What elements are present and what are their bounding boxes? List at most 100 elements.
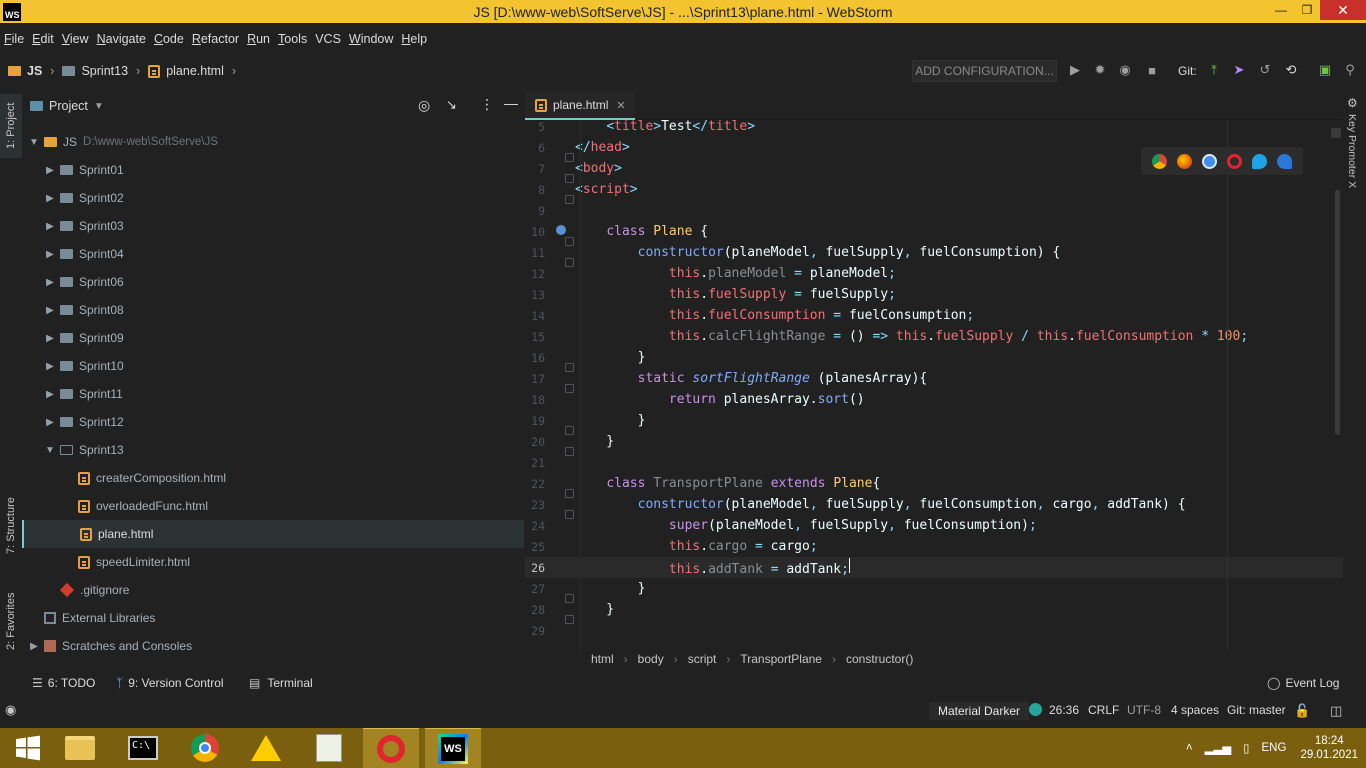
edge-icon[interactable] [1277,153,1292,169]
chart-app-taskbar[interactable] [301,728,357,768]
breadcrumb-item[interactable]: html [591,652,614,666]
tree-scratches[interactable]: ▶ Scratches and Consoles [22,632,524,660]
run-icon[interactable]: ▶ [1068,62,1082,77]
tree-folder[interactable]: ▶ Sprint04 [22,240,524,268]
search-everywhere-icon[interactable]: ⚲ [1343,62,1357,77]
tab-key-promoter[interactable]: Key Promoter X [1346,114,1358,188]
add-configuration-button[interactable]: ADD CONFIGURATION... [912,60,1057,82]
input-language[interactable]: ENG [1262,742,1287,754]
terminal-toolbar-icon[interactable]: ▣ [1318,62,1332,77]
tree-folder[interactable]: ▶ Sprint12 [22,408,524,436]
menu-run[interactable]: Run [243,32,274,46]
opera-taskbar[interactable] [363,728,419,768]
tree-folder[interactable]: ▶ Sprint11 [22,380,524,408]
lock-icon[interactable]: 🔓 [1294,703,1310,719]
git-branch[interactable]: Git: master [1227,703,1286,717]
memory-indicator-icon[interactable]: ◫ [1330,703,1342,719]
menu-tools[interactable]: Tools [274,32,311,46]
nav-crumb-file[interactable]: plane.html › [148,64,244,78]
chevron-down-icon[interactable]: ▼ [94,101,104,112]
battery-icon[interactable]: ▯ [1243,741,1249,755]
restore-button[interactable]: ❐ [1294,0,1320,20]
windows-start-button[interactable] [0,728,56,768]
caret-position[interactable]: 26:36 [1049,703,1079,717]
history-icon[interactable]: ↺ [1258,62,1272,77]
locate-file-icon[interactable]: ◎ [418,97,430,114]
tree-folder[interactable]: ▶ Sprint06 [22,268,524,296]
line-separator[interactable]: CRLF [1088,703,1119,717]
menu-vcs[interactable]: VCS [311,32,345,46]
file-encoding[interactable]: UTF-8 [1127,703,1161,717]
menu-view[interactable]: View [58,32,93,46]
breadcrumb-item[interactable]: TransportPlane [740,652,822,666]
signal-icon[interactable]: ▂▃▅ [1205,741,1232,755]
theme-widget[interactable]: Material Darker [929,702,1030,720]
git-push-icon[interactable]: ➤ [1232,62,1246,77]
indent-setting[interactable]: 4 spaces [1171,703,1219,717]
accent-color-icon[interactable] [1029,703,1042,716]
nav-crumb-root[interactable]: JS › [8,64,62,78]
debug-icon[interactable]: ✹ [1093,62,1107,77]
tree-folder[interactable]: ▶ Sprint10 [22,352,524,380]
minimize-button[interactable]: — [1268,0,1294,20]
chevron-up-icon[interactable]: ˄ [1186,742,1193,754]
tree-gitignore[interactable]: .gitignore [22,576,524,604]
tab-project[interactable]: 1: Project [0,94,22,158]
close-button[interactable]: ✕ [1320,0,1366,20]
terminal-tool-button[interactable]: ▤ Terminal [249,676,313,690]
version-control-tool-button[interactable]: ᛉ 9: Version Control [116,676,224,690]
safari-icon[interactable] [1202,153,1217,169]
nav-crumb-folder[interactable]: Sprint13 › [62,64,148,78]
code-editor[interactable]: 5 <title>Test</title> 6 </head> 7 <body> 8… [525,120,1343,644]
editor-scrollbar[interactable] [1335,190,1340,435]
tree-file[interactable]: overloadedFunc.html [22,492,524,520]
tree-root[interactable]: ▼ JS D:\www-web\SoftServe\JS [22,128,524,156]
tab-structure[interactable]: 7: Structure [0,484,22,568]
event-log-button[interactable]: ◯ Event Log [1267,676,1339,690]
tree-folder[interactable]: ▶ Sprint01 [22,156,524,184]
tree-external-libraries[interactable]: External Libraries [22,604,524,632]
app-taskbar[interactable] [238,728,294,768]
tree-file-selected[interactable]: plane.html [22,520,524,548]
webstorm-app-icon[interactable]: WS [3,2,21,21]
clock[interactable]: 18:24 29.01.2021 [1300,734,1358,762]
menu-window[interactable]: Window [345,32,397,46]
breadcrumb-item[interactable]: script [688,652,717,666]
opera-icon[interactable] [1227,153,1242,169]
stop-icon[interactable]: ■ [1145,63,1159,78]
tree-folder[interactable]: ▶ Sprint08 [22,296,524,324]
menu-help[interactable]: Help [397,32,431,46]
coverage-icon[interactable]: ◉ [1118,62,1132,77]
cmd-taskbar[interactable]: C:\ [115,728,171,768]
breadcrumb-item[interactable]: body [638,652,664,666]
webstorm-taskbar[interactable]: WS [425,728,481,768]
menu-code[interactable]: Code [150,32,188,46]
editor-tab-plane[interactable]: plane.html ✕ [525,92,635,120]
implemented-marker-icon[interactable] [556,225,566,235]
tree-file[interactable]: createrComposition.html [22,464,524,492]
file-explorer-taskbar[interactable] [52,728,108,768]
more-options-icon[interactable]: ⋮ [480,96,494,113]
breadcrumb-item[interactable]: constructor() [846,652,913,666]
todo-tool-button[interactable]: ☰ 6: TODO [32,676,95,690]
layers-icon[interactable]: ◉ [5,702,16,718]
inspection-widget[interactable] [1331,128,1341,138]
menu-refactor[interactable]: Refactor [188,32,243,46]
internet-explorer-icon[interactable] [1252,153,1267,169]
hide-panel-icon[interactable]: — [504,95,518,111]
menu-edit[interactable]: Edit [28,32,58,46]
tab-favorites[interactable]: 2: Favorites [0,582,22,660]
menu-file[interactable]: File [0,32,28,46]
tree-folder[interactable]: ▶ Sprint02 [22,184,524,212]
collapse-all-icon[interactable]: ↘ [446,97,457,113]
tree-folder[interactable]: ▶ Sprint09 [22,324,524,352]
tree-file[interactable]: speedLimiter.html [22,548,524,576]
firefox-icon[interactable] [1177,153,1192,169]
tree-folder[interactable]: ▶ Sprint03 [22,212,524,240]
menu-navigate[interactable]: Navigate [93,32,150,46]
rollback-icon[interactable]: ⟲ [1284,62,1298,77]
close-tab-icon[interactable]: ✕ [616,99,625,112]
git-update-icon[interactable]: ⤒ [1207,62,1221,77]
tree-folder-open[interactable]: ▼ Sprint13 [22,436,524,464]
chrome-icon[interactable] [1152,153,1167,169]
